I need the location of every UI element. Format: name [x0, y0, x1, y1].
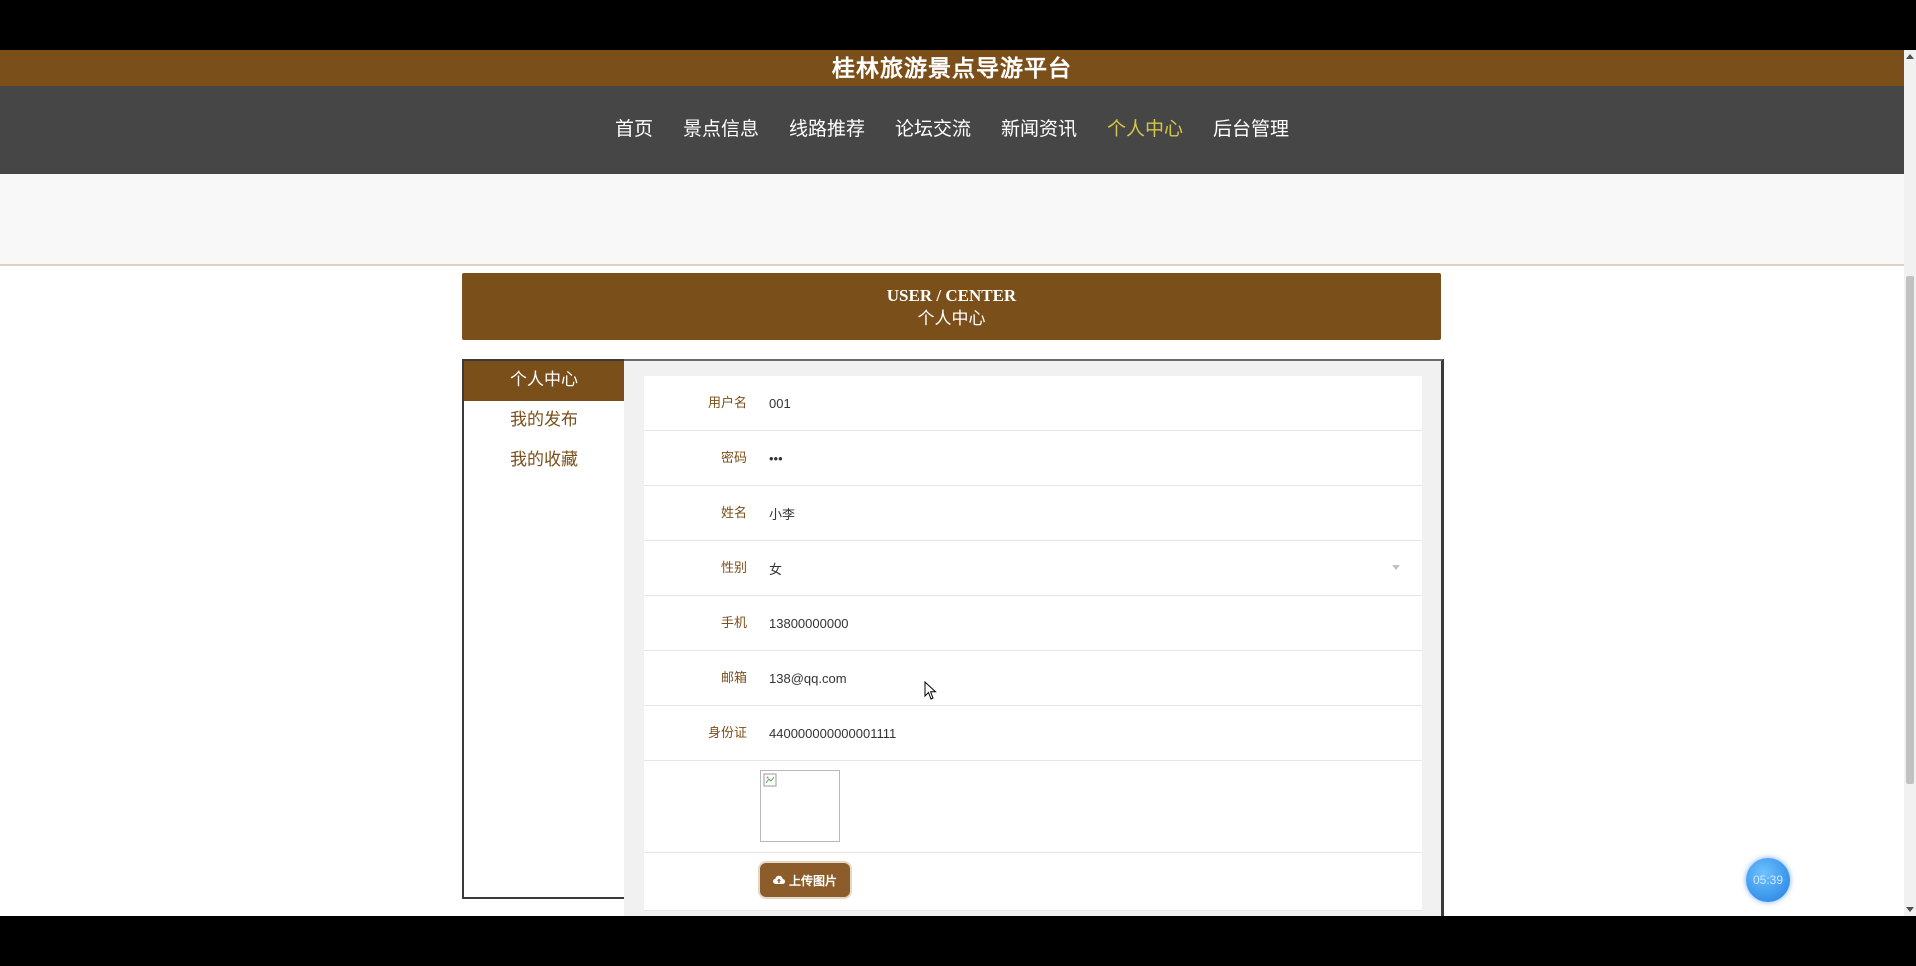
nav-item-forum[interactable]: 论坛交流 [880, 86, 986, 174]
sidebar-item-my-posts[interactable]: 我的发布 [464, 401, 624, 441]
form-row-email: 邮箱 [644, 651, 1422, 706]
form-row-gender: 性别 [644, 541, 1422, 596]
nav-item-routes[interactable]: 线路推荐 [774, 86, 880, 174]
broken-image-icon [763, 773, 777, 787]
username-input[interactable] [759, 378, 1409, 428]
email-input[interactable] [759, 653, 1409, 703]
gender-select[interactable] [759, 543, 1409, 593]
nav-item-user-center[interactable]: 个人中心 [1092, 86, 1198, 174]
password-label: 密码 [720, 450, 747, 465]
name-input[interactable] [759, 488, 1409, 538]
browser-viewport: 桂林旅游景点导游平台 首页 景点信息 线路推荐 论坛交流 新闻资讯 个人中心 后… [0, 50, 1904, 916]
scrollbar-thumb[interactable] [1906, 276, 1914, 784]
floating-timer-badge[interactable]: 05:39 [1746, 858, 1790, 902]
user-sidebar: 个人中心 我的发布 我的收藏 [462, 359, 624, 899]
avatar-image [760, 770, 840, 842]
site-title: 桂林旅游景点导游平台 [0, 50, 1904, 86]
section-header: USER / CENTER 个人中心 [462, 273, 1441, 340]
form-row-upload: 上传图片 [644, 853, 1422, 911]
section-title-cn: 个人中心 [917, 309, 986, 328]
form-row-avatar [644, 761, 1422, 853]
chevron-down-icon[interactable] [1392, 565, 1400, 570]
form-row-username: 用户名 [644, 376, 1422, 431]
page-scrollbar[interactable] [1904, 50, 1916, 916]
nav-item-home[interactable]: 首页 [600, 86, 668, 174]
nav-item-attractions[interactable]: 景点信息 [668, 86, 774, 174]
phone-label: 手机 [720, 615, 747, 630]
email-label: 邮箱 [720, 670, 747, 685]
form-row-password: 密码 [644, 431, 1422, 486]
sidebar-item-my-favorites[interactable]: 我的收藏 [464, 441, 624, 481]
screen: 桂林旅游景点导游平台 首页 景点信息 线路推荐 论坛交流 新闻资讯 个人中心 后… [0, 0, 1916, 966]
idcard-input[interactable] [759, 708, 1409, 758]
main-nav: 首页 景点信息 线路推荐 论坛交流 新闻资讯 个人中心 后台管理 [0, 86, 1904, 174]
section-title-en: USER / CENTER [886, 286, 1017, 305]
sidebar-item-user-center[interactable]: 个人中心 [464, 361, 624, 401]
name-label: 姓名 [720, 505, 747, 520]
nav-item-admin[interactable]: 后台管理 [1198, 86, 1304, 174]
scroll-up-icon[interactable] [1906, 54, 1914, 59]
form-row-idcard: 身份证 [644, 706, 1422, 761]
nav-item-news[interactable]: 新闻资讯 [986, 86, 1092, 174]
idcard-label: 身份证 [707, 725, 747, 740]
phone-input[interactable] [759, 598, 1409, 648]
upload-button-label: 上传图片 [788, 873, 837, 888]
username-label: 用户名 [707, 395, 747, 410]
password-input[interactable] [759, 433, 1409, 483]
upload-image-button[interactable]: 上传图片 [760, 863, 850, 897]
form-row-name: 姓名 [644, 486, 1422, 541]
scroll-down-icon[interactable] [1906, 907, 1914, 912]
profile-form: 用户名 密码 姓名 性别 手机 [644, 376, 1422, 911]
form-row-phone: 手机 [644, 596, 1422, 651]
profile-panel: 用户名 密码 姓名 性别 手机 [624, 359, 1444, 916]
cloud-upload-icon [772, 875, 785, 884]
banner-area [0, 174, 1904, 266]
mouse-cursor-icon [924, 681, 937, 700]
gender-label: 性别 [720, 560, 747, 575]
